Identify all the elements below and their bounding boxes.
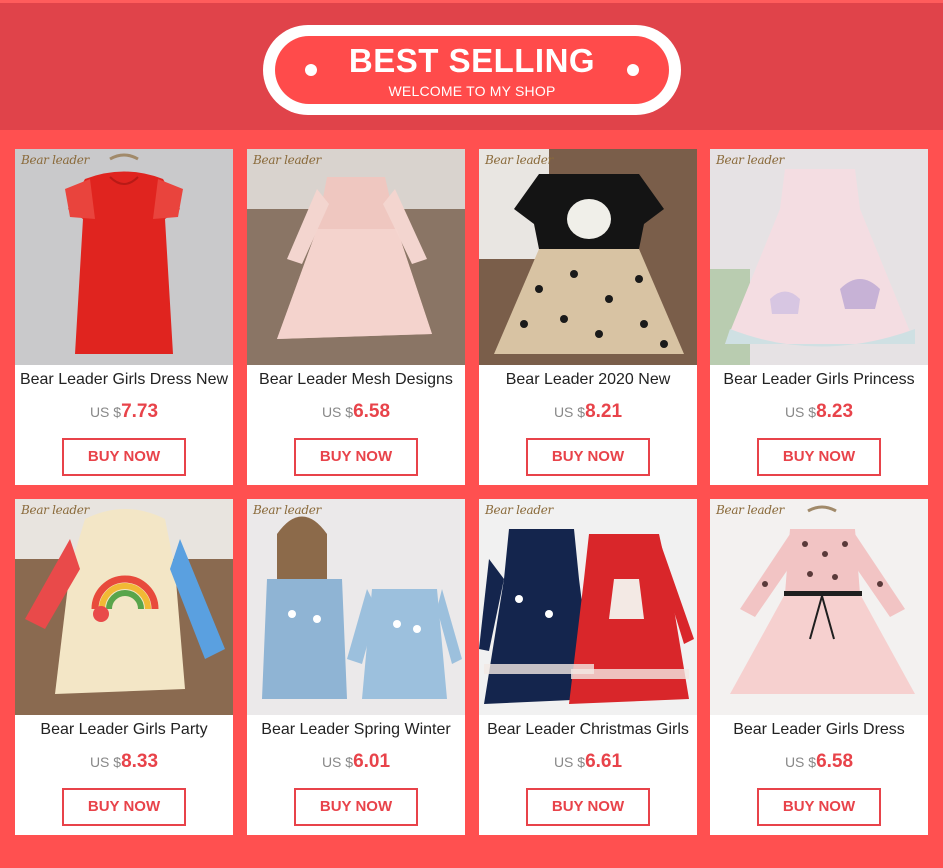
buy-now-button[interactable]: BUY NOW	[62, 438, 186, 476]
currency-label: US $	[321, 404, 354, 420]
buy-now-button[interactable]: BUY NOW	[294, 788, 418, 826]
product-card[interactable]: Bear leader Bear Leader Spring Winter US…	[247, 499, 465, 835]
currency-label: US $	[553, 404, 586, 420]
price-value: 8.33	[121, 751, 159, 772]
product-name[interactable]: Bear Leader Spring Winter	[247, 721, 465, 739]
product-grid: Bear leader Bear Leader Girls Dress New …	[0, 0, 943, 868]
buy-now-button[interactable]: BUY NOW	[526, 438, 650, 476]
buy-now-button[interactable]: BUY NOW	[757, 438, 881, 476]
product-price: US $7.73	[15, 401, 233, 423]
product-image[interactable]: Bear leader	[710, 499, 928, 715]
currency-label: US $	[89, 404, 122, 420]
price-value: 6.58	[353, 401, 391, 422]
product-price: US $6.58	[247, 401, 465, 423]
product-card[interactable]: Bear leader Bear Leader Girls Princess U…	[710, 149, 928, 485]
product-image[interactable]: Bear leader	[710, 149, 928, 365]
product-card[interactable]: Bear leader Bear Leader 2020 New US $8.2…	[479, 149, 697, 485]
currency-label: US $	[784, 404, 817, 420]
buy-now-button[interactable]: BUY NOW	[526, 788, 650, 826]
product-name[interactable]: Bear Leader Girls Princess	[710, 371, 928, 389]
product-image[interactable]: Bear leader	[15, 499, 233, 715]
product-name[interactable]: Bear Leader Girls Party	[15, 721, 233, 739]
price-value: 6.01	[353, 751, 391, 772]
product-name[interactable]: Bear Leader Christmas Girls	[479, 721, 697, 739]
brand-watermark: Bear leader	[253, 153, 321, 167]
brand-watermark: Bear leader	[485, 503, 553, 517]
product-card[interactable]: Bear leader Bear Leader Girls Party US $…	[15, 499, 233, 835]
product-price: US $6.58	[710, 751, 928, 773]
currency-label: US $	[321, 754, 354, 770]
product-price: US $8.21	[479, 401, 697, 423]
buy-now-button[interactable]: BUY NOW	[757, 788, 881, 826]
price-value: 8.21	[585, 401, 623, 422]
product-price: US $8.23	[710, 401, 928, 423]
product-card[interactable]: Bear leader Bear Leader Girls Dress New …	[15, 149, 233, 485]
product-name[interactable]: Bear Leader 2020 New	[479, 371, 697, 389]
currency-label: US $	[784, 754, 817, 770]
product-image[interactable]: Bear leader	[479, 499, 697, 715]
product-name[interactable]: Bear Leader Girls Dress	[710, 721, 928, 739]
product-image[interactable]: Bear leader	[479, 149, 697, 365]
brand-watermark: Bear leader	[21, 153, 89, 167]
product-price: US $8.33	[15, 751, 233, 773]
product-image[interactable]: Bear leader	[15, 149, 233, 365]
price-value: 8.23	[816, 401, 854, 422]
price-value: 6.58	[816, 751, 854, 772]
brand-watermark: Bear leader	[716, 503, 784, 517]
product-name[interactable]: Bear Leader Girls Dress New	[15, 371, 233, 389]
product-card[interactable]: Bear leader Bear Leader Girls Dress US $…	[710, 499, 928, 835]
product-image[interactable]: Bear leader	[247, 499, 465, 715]
brand-watermark: Bear leader	[485, 153, 553, 167]
price-value: 7.73	[121, 401, 159, 422]
buy-now-button[interactable]: BUY NOW	[62, 788, 186, 826]
product-card[interactable]: Bear leader Bear Leader Mesh Designs US …	[247, 149, 465, 485]
price-value: 6.61	[585, 751, 623, 772]
brand-watermark: Bear leader	[716, 153, 784, 167]
brand-watermark: Bear leader	[21, 503, 89, 517]
product-name[interactable]: Bear Leader Mesh Designs	[247, 371, 465, 389]
product-card[interactable]: Bear leader Bear Leader Christmas Girls …	[479, 499, 697, 835]
buy-now-button[interactable]: BUY NOW	[294, 438, 418, 476]
currency-label: US $	[553, 754, 586, 770]
product-price: US $6.61	[479, 751, 697, 773]
brand-watermark: Bear leader	[253, 503, 321, 517]
product-image[interactable]: Bear leader	[247, 149, 465, 365]
currency-label: US $	[89, 754, 122, 770]
product-price: US $6.01	[247, 751, 465, 773]
